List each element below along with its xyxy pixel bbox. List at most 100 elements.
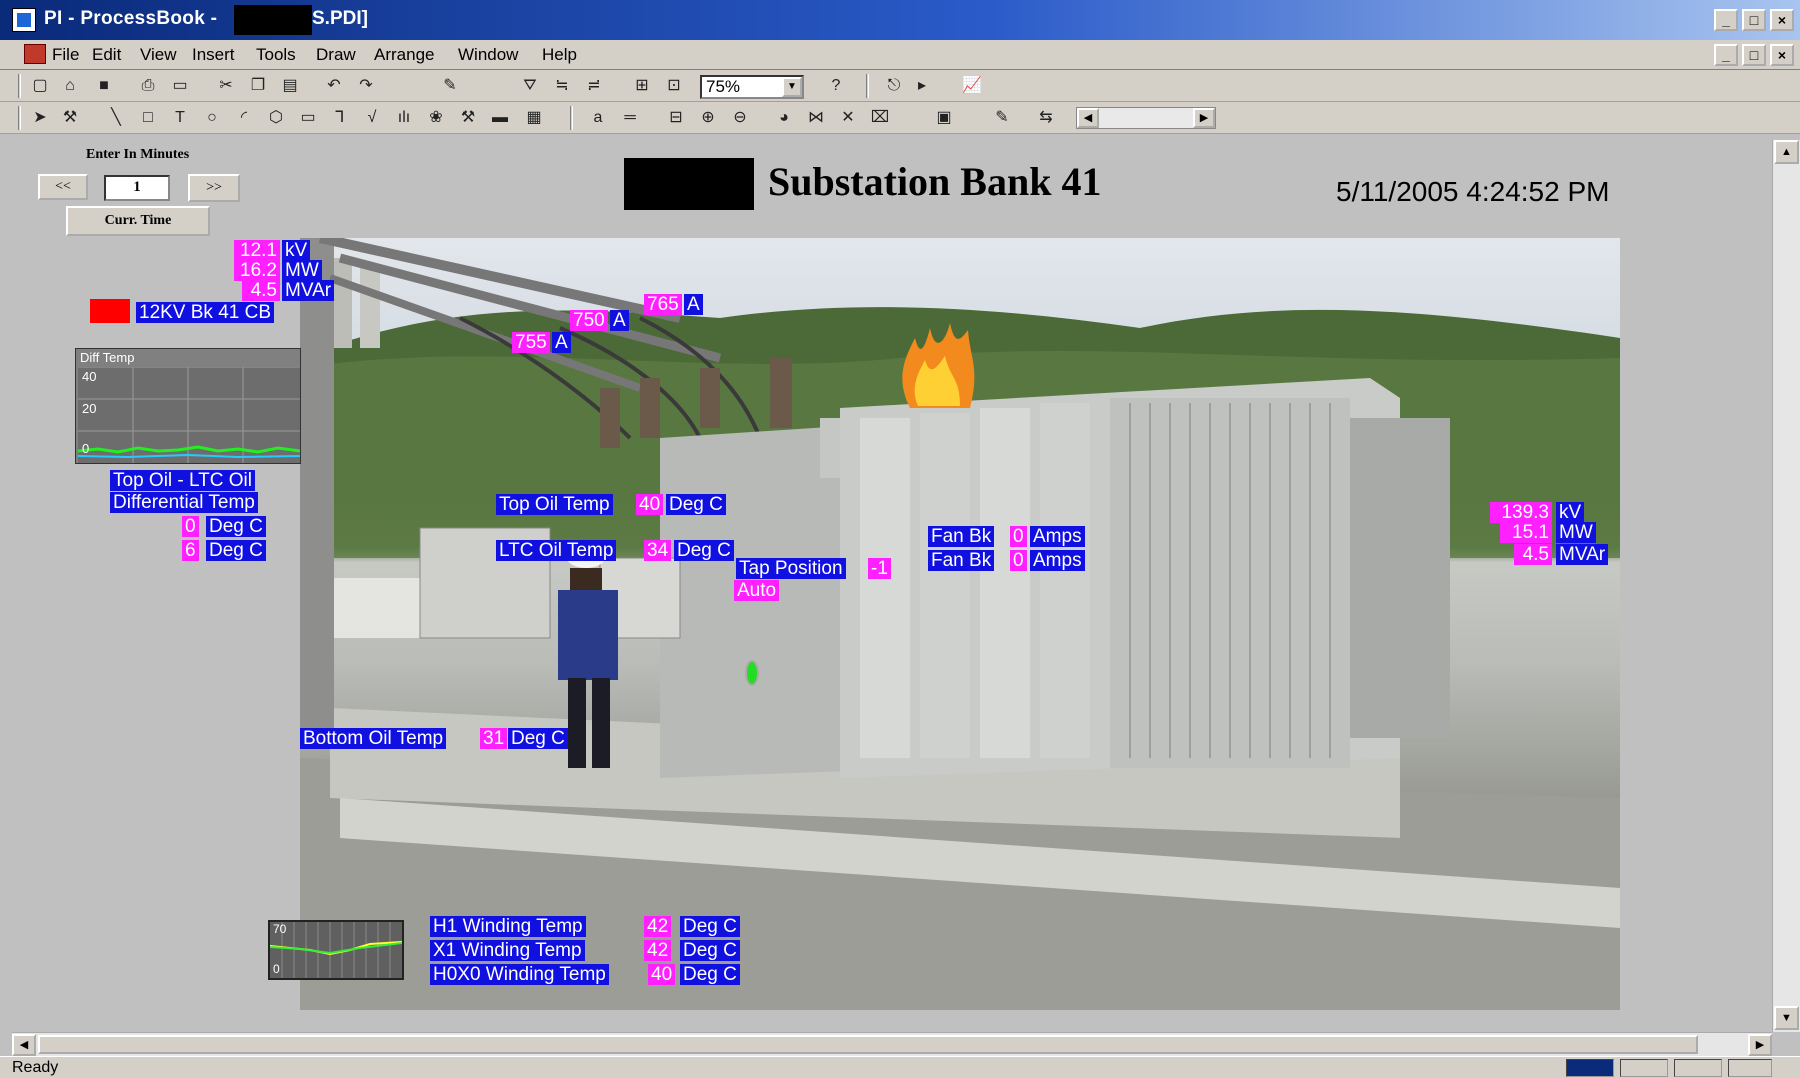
frame-icon[interactable]: ⊡ — [664, 76, 684, 96]
image-tool-icon[interactable]: ▦ — [524, 108, 544, 128]
processbook-app-icon[interactable] — [12, 8, 36, 32]
document-icon[interactable] — [24, 44, 46, 64]
cut-icon[interactable]: ✂ — [216, 76, 236, 96]
display-timestamp: 5/11/2005 4:24:52 PM — [1336, 176, 1610, 207]
ellipse-tool-icon[interactable]: ○ — [202, 108, 222, 128]
fan-bank-2-unit: Amps — [1030, 550, 1085, 571]
copy-icon[interactable]: ❐ — [248, 76, 268, 96]
ungroup-icon[interactable]: ⊖ — [730, 108, 750, 128]
maximize-button[interactable]: □ — [1742, 9, 1766, 31]
menu-draw[interactable]: Draw — [316, 45, 356, 65]
paste-icon[interactable]: ▤ — [280, 76, 300, 96]
text-tool-icon[interactable]: T — [170, 108, 190, 128]
color-palette-icon[interactable]: ◕ — [774, 108, 794, 128]
symbol-tool-icon[interactable]: ❀ — [426, 108, 446, 128]
redo-icon[interactable]: ↷ — [356, 76, 376, 96]
font-icon[interactable]: a — [588, 108, 608, 128]
left-mw-value: 16.2 — [234, 260, 280, 281]
menu-file[interactable]: File — [52, 45, 79, 65]
ltc-oil-temp-unit: Deg C — [674, 540, 734, 561]
chart-icon[interactable]: 📈 — [962, 76, 982, 96]
display-icon[interactable]: ▣ — [934, 108, 954, 128]
doc-restore-button[interactable]: □ — [1742, 44, 1766, 66]
print-preview-icon[interactable]: ▭ — [170, 76, 190, 96]
current-phase-3-value: 755 — [512, 332, 550, 353]
horizontal-scrollbar[interactable]: ◀ ▶ — [12, 1032, 1772, 1056]
scroll-up-icon[interactable]: ▲ — [1774, 140, 1799, 164]
menu-window[interactable]: Window — [458, 45, 518, 65]
open-folder-icon[interactable]: ⌂ — [60, 76, 80, 96]
play-icon[interactable]: ▸ — [912, 76, 932, 96]
chevron-down-icon[interactable]: ▼ — [782, 77, 802, 97]
scroll-down-icon[interactable]: ▼ — [1774, 1006, 1799, 1030]
diff-temp-unit-1: Deg C — [206, 516, 266, 537]
value-tool-icon[interactable]: ≓ — [584, 76, 604, 96]
line-tool-icon[interactable]: ╲ — [106, 108, 126, 128]
polyline-tool-icon[interactable]: √ — [362, 108, 382, 128]
help-pointer-icon[interactable]: ? — [826, 76, 846, 96]
tap-position-value: -1 — [868, 558, 891, 579]
current-time-button[interactable]: Curr. Time — [66, 206, 210, 236]
save-icon[interactable]: ■ — [94, 76, 114, 96]
filter-icon[interactable]: ⛛ — [520, 76, 540, 96]
group-icon[interactable]: ⊕ — [698, 108, 718, 128]
left-mvar-unit: MVAr — [282, 280, 335, 301]
hammer-icon[interactable]: ⚒ — [60, 108, 80, 128]
align-icon[interactable]: ⊟ — [666, 108, 686, 128]
doc-close-button[interactable]: × — [1770, 44, 1794, 66]
properties-icon[interactable]: ⌧ — [870, 108, 890, 128]
diff-temp-trend[interactable]: Diff Temp 40 20 0 — [75, 348, 301, 464]
left-mvar-value: 4.5 — [242, 280, 280, 301]
slider-right-icon[interactable]: ▶ — [1193, 108, 1215, 128]
tools-icon[interactable]: ⚒ — [458, 108, 478, 128]
line-weight-icon[interactable]: ═ — [620, 108, 640, 128]
scroll-right-icon[interactable]: ▶ — [1748, 1034, 1772, 1056]
menu-help[interactable]: Help — [542, 45, 577, 65]
delete-icon[interactable]: ✕ — [838, 108, 858, 128]
ltc-status-indicator[interactable] — [745, 660, 759, 686]
winding-temp-trend[interactable]: 70 0 — [268, 920, 404, 980]
h0x0-winding-temp-label: H0X0 Winding Temp — [430, 964, 609, 985]
doc-minimize-button[interactable]: _ — [1714, 44, 1738, 66]
time-back-button[interactable]: << — [38, 174, 88, 200]
trend-tool-icon[interactable]: ≒ — [552, 76, 572, 96]
select-arrow-icon[interactable]: ➤ — [30, 108, 50, 128]
connector-tool-icon[interactable]: ⅂ — [330, 108, 350, 128]
time-forward-button[interactable]: >> — [188, 174, 240, 202]
polygon-tool-icon[interactable]: ⬡ — [266, 108, 286, 128]
top-oil-temp-label: Top Oil Temp — [496, 494, 613, 515]
minutes-input[interactable]: 1 — [104, 175, 170, 201]
minimize-button[interactable]: _ — [1714, 9, 1738, 31]
breaker-status-indicator[interactable] — [90, 299, 130, 323]
zoom-select[interactable]: 75% ▼ — [700, 75, 804, 99]
close-button[interactable]: × — [1770, 9, 1794, 31]
grid-icon[interactable]: ⊞ — [632, 76, 652, 96]
arc-tool-icon[interactable]: ◜ — [234, 108, 254, 128]
toolbar-separator — [570, 106, 573, 130]
flip-icon[interactable]: ⋈ — [806, 108, 826, 128]
menu-edit[interactable]: Edit — [92, 45, 121, 65]
vertical-scrollbar[interactable]: ▲ ▼ — [1772, 140, 1800, 1032]
tag-search-icon[interactable]: ✎ — [440, 76, 460, 96]
menu-insert[interactable]: Insert — [192, 45, 235, 65]
run-mode-icon[interactable]: ⎋ — [884, 76, 904, 96]
new-file-icon[interactable]: ▢ — [30, 76, 50, 96]
rounded-rect-tool-icon[interactable]: ▭ — [298, 108, 318, 128]
multistate-icon[interactable]: ▬ — [490, 108, 510, 128]
toolbar-slider[interactable]: ◀ ▶ — [1076, 107, 1216, 129]
print-icon[interactable]: ⎙ — [138, 76, 158, 96]
tag-icon[interactable]: ✎ — [992, 108, 1012, 128]
menu-tools[interactable]: Tools — [256, 45, 296, 65]
bar-tool-icon[interactable]: ılı — [394, 108, 414, 128]
left-kv-value: 12.1 — [234, 240, 280, 261]
slider-left-icon[interactable]: ◀ — [1077, 108, 1099, 128]
top-oil-temp-value: 40 — [636, 494, 664, 515]
undo-icon[interactable]: ↶ — [324, 76, 344, 96]
scroll-left-icon[interactable]: ◀ — [12, 1034, 36, 1056]
rectangle-tool-icon[interactable]: □ — [138, 108, 158, 128]
horizontal-scroll-thumb[interactable] — [38, 1035, 1698, 1054]
toolbar-grip — [18, 74, 21, 98]
swap-icon[interactable]: ⇆ — [1036, 108, 1056, 128]
menu-view[interactable]: View — [140, 45, 177, 65]
menu-arrange[interactable]: Arrange — [374, 45, 434, 65]
